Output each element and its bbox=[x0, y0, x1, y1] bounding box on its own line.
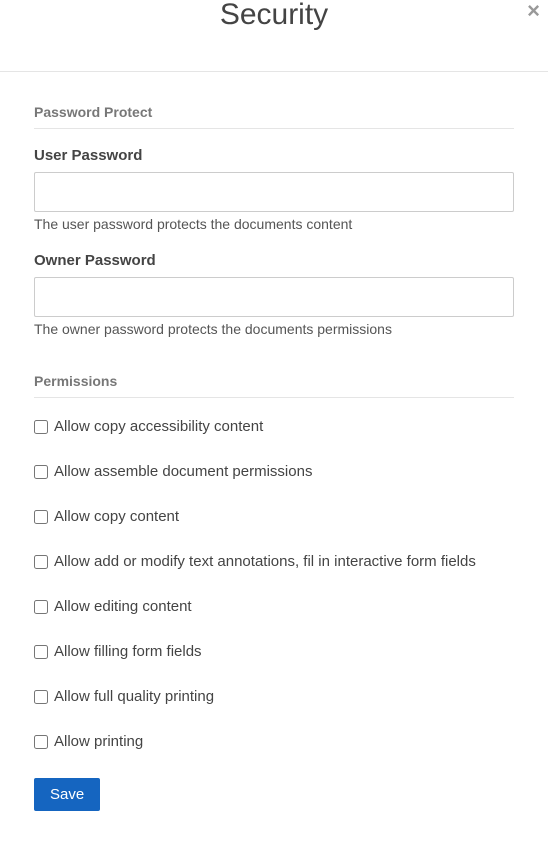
permission-row: Allow add or modify text annotations, fi… bbox=[34, 553, 514, 570]
permissions-list: Allow copy accessibility content Allow a… bbox=[34, 418, 514, 750]
modal-header: Security × bbox=[0, 0, 548, 72]
security-modal: Security × Password Protect User Passwor… bbox=[0, 0, 548, 866]
password-protect-section: Password Protect User Password The user … bbox=[34, 104, 514, 337]
permission-checkbox-filling-forms[interactable] bbox=[34, 645, 48, 659]
permission-checkbox-modify-annotations[interactable] bbox=[34, 555, 48, 569]
owner-password-help: The owner password protects the document… bbox=[34, 321, 514, 337]
permission-checkbox-editing-content[interactable] bbox=[34, 600, 48, 614]
close-icon[interactable]: × bbox=[527, 0, 540, 22]
permission-label: Allow add or modify text annotations, fi… bbox=[54, 553, 476, 570]
permission-row: Allow printing bbox=[34, 733, 514, 750]
user-password-label: User Password bbox=[34, 147, 514, 164]
permissions-section: Permissions Allow copy accessibility con… bbox=[34, 373, 514, 811]
permission-label: Allow assemble document permissions bbox=[54, 463, 312, 480]
user-password-help: The user password protects the documents… bbox=[34, 216, 514, 232]
permission-checkbox-printing[interactable] bbox=[34, 735, 48, 749]
permission-label: Allow copy content bbox=[54, 508, 179, 525]
permission-checkbox-copy-accessibility[interactable] bbox=[34, 420, 48, 434]
save-button[interactable]: Save bbox=[34, 778, 100, 811]
modal-body: Password Protect User Password The user … bbox=[0, 72, 548, 811]
permission-row: Allow assemble document permissions bbox=[34, 463, 514, 480]
permission-label: Allow filling form fields bbox=[54, 643, 202, 660]
permission-label: Allow copy accessibility content bbox=[54, 418, 263, 435]
permission-checkbox-assemble-document[interactable] bbox=[34, 465, 48, 479]
permission-row: Allow full quality printing bbox=[34, 688, 514, 705]
permission-row: Allow copy content bbox=[34, 508, 514, 525]
permission-row: Allow copy accessibility content bbox=[34, 418, 514, 435]
owner-password-label: Owner Password bbox=[34, 252, 514, 269]
permissions-heading: Permissions bbox=[34, 373, 514, 398]
permission-checkbox-copy-content[interactable] bbox=[34, 510, 48, 524]
permission-row: Allow filling form fields bbox=[34, 643, 514, 660]
permission-label: Allow full quality printing bbox=[54, 688, 214, 705]
permission-checkbox-full-quality-printing[interactable] bbox=[34, 690, 48, 704]
owner-password-input[interactable] bbox=[34, 277, 514, 317]
password-protect-heading: Password Protect bbox=[34, 104, 514, 129]
permission-label: Allow editing content bbox=[54, 598, 192, 615]
permission-label: Allow printing bbox=[54, 733, 143, 750]
user-password-input[interactable] bbox=[34, 172, 514, 212]
modal-title: Security bbox=[0, 0, 548, 30]
permission-row: Allow editing content bbox=[34, 598, 514, 615]
